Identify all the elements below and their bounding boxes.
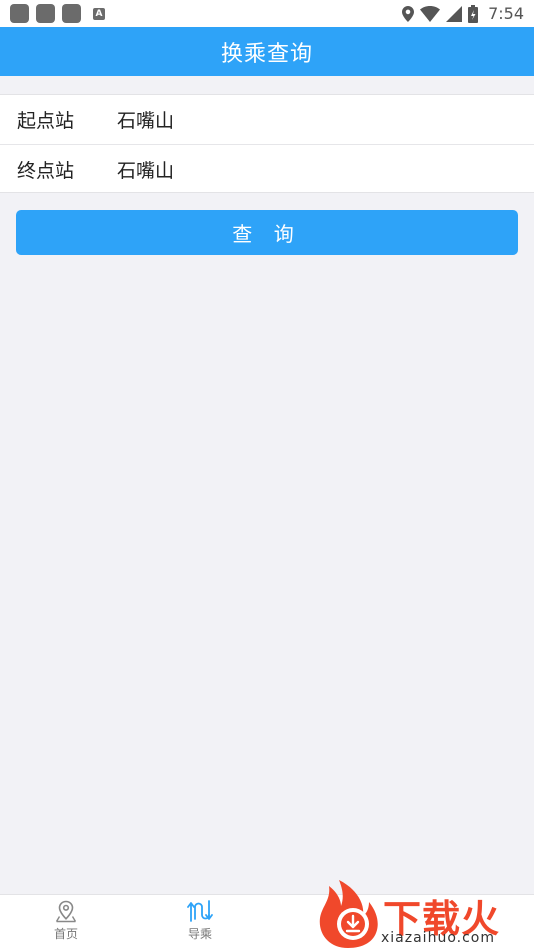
status-bar: A 7:54 — [0, 0, 534, 27]
route-form: 起点站 石嘴山 终点站 石嘴山 — [0, 94, 534, 193]
signal-icon — [446, 5, 463, 22]
location-pin-icon — [55, 900, 77, 923]
system-icons: 7:54 — [402, 4, 524, 23]
app-notification-icon — [36, 4, 55, 23]
end-station-row[interactable]: 终点站 石嘴山 — [0, 144, 534, 193]
start-station-field[interactable]: 石嘴山 — [117, 106, 174, 133]
app-screen: A 7:54 换乘查询 起点站 石嘴山 终点站 石嘴山 查 询 首页 导乘 下载… — [0, 0, 534, 950]
start-station-label: 起点站 — [17, 110, 75, 132]
end-station-label: 终点站 — [17, 159, 75, 182]
route-icon — [187, 900, 213, 922]
query-button[interactable]: 查 询 — [16, 210, 518, 255]
nav-item-guide[interactable]: 导乘 — [170, 899, 230, 947]
keyboard-notification-icon: A — [93, 7, 105, 20]
end-station-field[interactable]: 石嘴山 — [117, 156, 174, 183]
app-notification-icon — [10, 4, 29, 23]
nav-label-guide: 导乘 — [187, 927, 212, 941]
notification-icons: A — [10, 4, 105, 23]
clock: 7:54 — [488, 4, 524, 23]
location-icon — [402, 5, 415, 22]
title-bar: 换乘查询 — [0, 27, 534, 76]
bottom-nav: 首页 导乘 — [0, 894, 534, 950]
nav-item-home[interactable]: 首页 — [36, 899, 96, 947]
start-station-row[interactable]: 起点站 石嘴山 — [0, 95, 534, 144]
page-title: 换乘查询 — [220, 41, 313, 67]
app-notification-icon — [62, 4, 81, 23]
wifi-icon — [420, 5, 441, 22]
battery-icon — [468, 4, 479, 23]
nav-label-home: 首页 — [53, 927, 78, 941]
